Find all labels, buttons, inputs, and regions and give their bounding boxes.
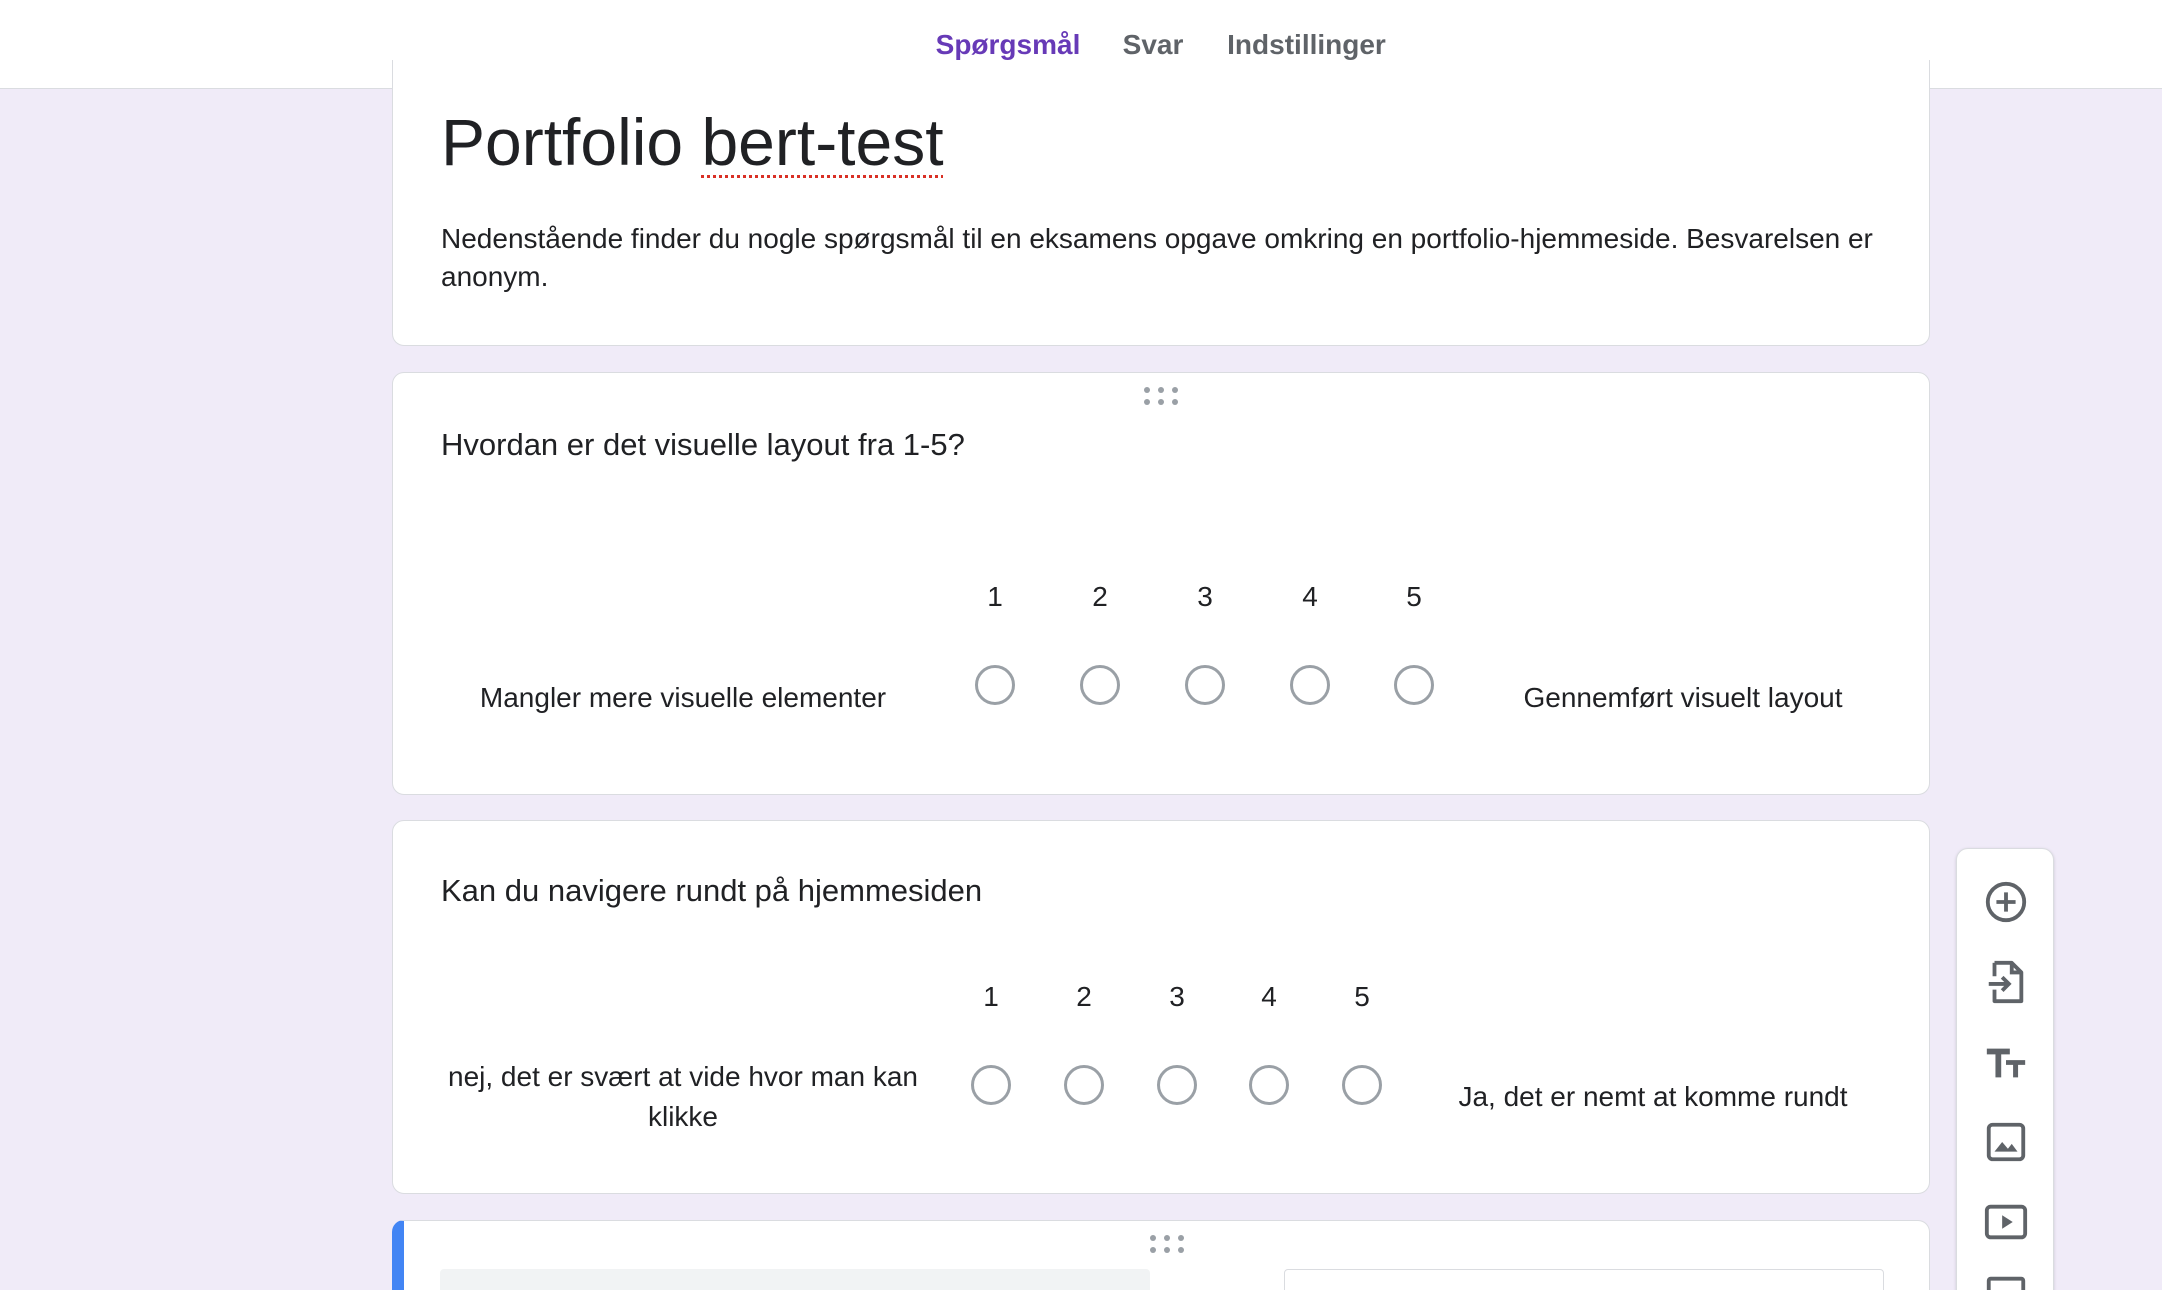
add-image-icon[interactable]: [1981, 1117, 2031, 1167]
radio-option-2[interactable]: [1080, 665, 1120, 705]
scale-number: 2: [1076, 981, 1092, 1012]
scale-number: 5: [1406, 581, 1422, 612]
form-title-part2: bert-test: [701, 105, 944, 179]
add-section-icon[interactable]: [1981, 1269, 2031, 1290]
radio-option-5[interactable]: [1342, 1065, 1382, 1105]
radio-option-1[interactable]: [971, 1065, 1011, 1105]
scale-number: 1: [983, 981, 999, 1012]
scale-high-label: Ja, det er nemt at komme rundt: [1458, 1081, 1848, 1112]
scale-number: 5: [1354, 981, 1370, 1012]
question-title: Kan du navigere rundt på hjemmesiden: [441, 873, 983, 908]
scale-number: 4: [1261, 981, 1277, 1012]
import-questions-icon[interactable]: [1981, 957, 2031, 1007]
add-video-icon[interactable]: [1981, 1197, 2031, 1247]
tab-answers-label: Svar: [1122, 28, 1184, 60]
tab-questions-label: Spørgsmål: [935, 28, 1081, 60]
radio-option-2[interactable]: [1064, 1065, 1104, 1105]
form-header-card[interactable]: Portfolio bert-test Nedenstående finder …: [392, 60, 1930, 346]
add-question-icon[interactable]: [1981, 877, 2031, 927]
question-title-input[interactable]: [440, 1269, 1150, 1290]
form-title-part1: Portfolio: [441, 105, 702, 179]
drag-handle-icon[interactable]: [1149, 1235, 1184, 1255]
scale-number: 1: [987, 581, 1003, 612]
scale-low-label: nej, det er svært at vide hvor man kan k…: [448, 1061, 918, 1132]
drag-handle-icon[interactable]: [1144, 387, 1178, 407]
tab-settings-label: Indstillinger: [1227, 28, 1386, 60]
add-title-icon[interactable]: [1981, 1037, 2031, 1087]
scale-number: 4: [1302, 581, 1318, 612]
form-description[interactable]: Nedenstående finder du nogle spørgsmål t…: [441, 220, 1891, 296]
radio-option-1[interactable]: [975, 665, 1015, 705]
floating-toolbar: [1956, 848, 2054, 1290]
question-card[interactable]: Hvordan er det visuelle layout fra 1-5? …: [392, 372, 1930, 795]
radio-option-3[interactable]: [1157, 1065, 1197, 1105]
radio-option-4[interactable]: [1249, 1065, 1289, 1105]
scale-number: 2: [1092, 581, 1108, 612]
radio-option-3[interactable]: [1185, 665, 1225, 705]
question-type-select[interactable]: [1284, 1269, 1884, 1290]
radio-option-4[interactable]: [1290, 665, 1330, 705]
scale-low-label: Mangler mere visuelle elementer: [479, 682, 887, 713]
scale-number: 3: [1197, 581, 1213, 612]
scale-number: 3: [1169, 981, 1185, 1012]
question-title: Hvordan er det visuelle layout fra 1-5?: [441, 427, 965, 462]
form-title[interactable]: Portfolio bert-test: [441, 104, 944, 180]
scale-high-label: Gennemført visuelt layout: [1523, 682, 1843, 713]
radio-option-5[interactable]: [1394, 665, 1434, 705]
active-question-card[interactable]: [392, 1220, 1930, 1290]
question-card[interactable]: Kan du navigere rundt på hjemmesiden 1 2…: [392, 820, 1930, 1194]
